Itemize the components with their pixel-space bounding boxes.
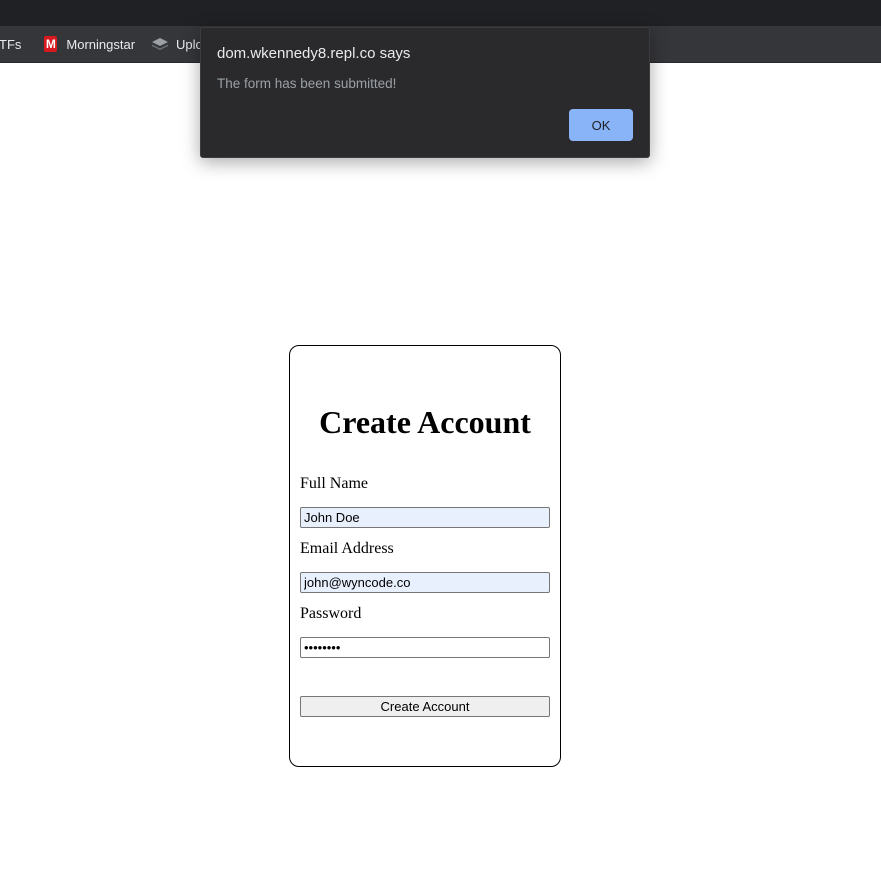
- alert-message: The form has been submitted!: [217, 76, 397, 91]
- bookmark-tfs[interactable]: TFs: [0, 26, 21, 62]
- create-account-form: Create Account Full Name Email Address P…: [289, 345, 561, 767]
- create-account-button[interactable]: Create Account: [300, 696, 550, 717]
- alert-title: dom.wkennedy8.repl.co says: [217, 45, 411, 62]
- browser-title-strip: [0, 0, 881, 26]
- email-label: Email Address: [300, 540, 394, 557]
- alert-dialog: dom.wkennedy8.repl.co says The form has …: [200, 27, 650, 158]
- bookmark-label: TFs: [0, 36, 22, 52]
- morningstar-m-icon: M: [44, 36, 58, 52]
- alert-ok-button[interactable]: OK: [569, 109, 633, 141]
- password-label: Password: [300, 605, 362, 622]
- email-input[interactable]: [300, 572, 550, 593]
- full-name-input[interactable]: [300, 507, 550, 528]
- bookmark-morningstar[interactable]: M Morningstar: [37, 26, 135, 62]
- password-input[interactable]: [300, 637, 550, 658]
- full-name-label: Full Name: [300, 475, 368, 492]
- layers-icon: [152, 38, 169, 50]
- form-title: Create Account: [319, 404, 531, 440]
- bookmark-label: Morningstar: [66, 36, 136, 52]
